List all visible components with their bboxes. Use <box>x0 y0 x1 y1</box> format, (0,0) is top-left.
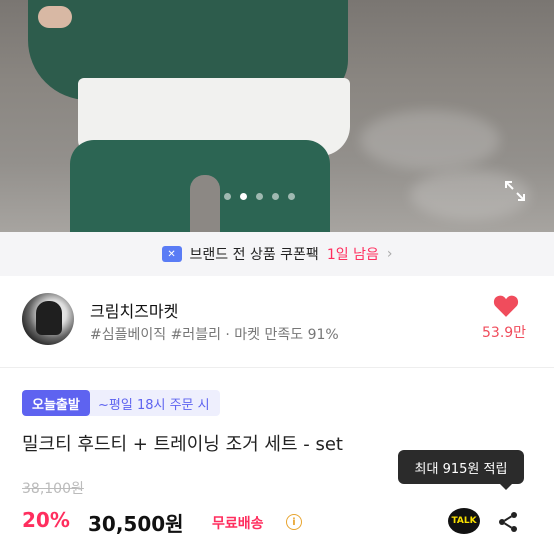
coupon-text: 브랜드 전 상품 쿠폰팩 <box>189 247 319 263</box>
points-tooltip: 최대 915원 적립 <box>398 450 524 490</box>
coupon-icon: ✕ <box>161 246 182 262</box>
heart-icon[interactable] <box>493 294 519 318</box>
like-count: 53.9만 <box>482 325 527 341</box>
carousel-dot[interactable] <box>224 193 231 200</box>
delivery-condition: ~평일 18시 주문 시 <box>88 390 220 416</box>
shop-info-row[interactable]: 크림치즈마켓 #심플베이직 #러블리 · 마켓 만족도 91% 53.9만 <box>0 276 554 368</box>
share-icon[interactable] <box>496 510 520 534</box>
carousel-dot[interactable] <box>256 193 263 200</box>
avatar-figure <box>36 301 62 335</box>
info-icon[interactable]: i <box>286 514 302 530</box>
carousel-dot-active[interactable] <box>240 193 247 200</box>
product-info: ~평일 18시 주문 시 오늘출발 밀크티 후드티 + 트레이닝 조거 세트 -… <box>0 368 554 554</box>
shop-tags: #심플베이직 #러블리 · 마켓 만족도 91% <box>90 327 339 343</box>
product-title: 밀크티 후드티 + 트레이닝 조거 세트 - set <box>22 434 343 455</box>
original-price: 38,100원 <box>22 481 84 497</box>
coupon-deadline: 1일 남음 <box>326 247 379 263</box>
carousel-dots <box>224 193 295 200</box>
carousel-dot[interactable] <box>272 193 279 200</box>
shop-avatar[interactable] <box>22 293 74 345</box>
free-shipping-label: 무료배송 <box>212 516 264 532</box>
same-day-badge: 오늘출발 <box>22 390 90 416</box>
discount-rate: 20% <box>22 508 70 532</box>
sale-price: 30,500원 <box>88 512 184 536</box>
expand-icon <box>505 181 525 201</box>
hand-image <box>38 6 72 28</box>
kakao-talk-icon[interactable]: TALK <box>448 508 480 534</box>
expand-button[interactable] <box>500 176 530 206</box>
coupon-banner[interactable]: ✕ 브랜드 전 상품 쿠폰팩 1일 남음 › <box>0 232 554 276</box>
product-photo-carousel[interactable] <box>0 0 554 232</box>
floor-highlight <box>360 110 500 170</box>
shop-name[interactable]: 크림치즈마켓 <box>90 298 178 322</box>
pants-gap <box>190 175 220 232</box>
chevron-right-icon: › <box>386 246 393 262</box>
carousel-dot[interactable] <box>288 193 295 200</box>
